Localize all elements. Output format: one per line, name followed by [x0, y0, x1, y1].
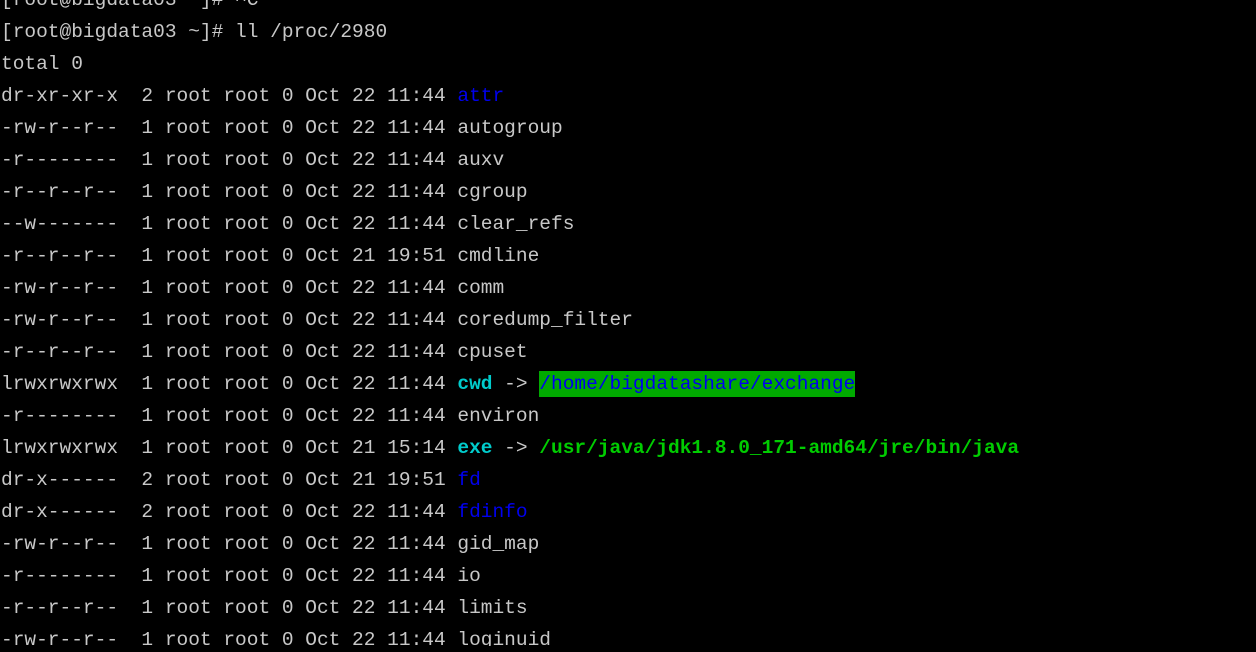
terminal-line: -r-------- 1 root root 0 Oct 22 11:44 en… — [1, 400, 1019, 432]
terminal-text-segment: -r--r--r-- 1 root root 0 Oct 22 11:44 cp… — [1, 341, 528, 363]
terminal-line: -rw-r--r-- 1 root root 0 Oct 22 11:44 co… — [1, 304, 1019, 336]
terminal-text-segment: [root@bigdata03 ~]# ^C — [1, 0, 259, 11]
terminal-text-segment: -r--r--r-- 1 root root 0 Oct 22 11:44 cg… — [1, 181, 528, 203]
terminal-text-segment: total 0 — [1, 53, 83, 75]
terminal-text-segment: dr-xr-xr-x 2 root root 0 Oct 22 11:44 — [1, 85, 458, 107]
terminal-line: dr-x------ 2 root root 0 Oct 21 19:51 fd — [1, 464, 1019, 496]
terminal-line: -r--r--r-- 1 root root 0 Oct 22 11:44 li… — [1, 592, 1019, 624]
terminal-line: -rw-r--r-- 1 root root 0 Oct 22 11:44 gi… — [1, 528, 1019, 560]
terminal-text-segment: --w------- 1 root root 0 Oct 22 11:44 cl… — [1, 213, 575, 235]
terminal-text-segment: lrwxrwxrwx 1 root root 0 Oct 21 15:14 — [1, 437, 458, 459]
terminal-text-segment: -r-------- 1 root root 0 Oct 22 11:44 io — [1, 565, 481, 587]
terminal-text-segment: -> — [492, 373, 540, 395]
terminal-text-segment: -r-------- 1 root root 0 Oct 22 11:44 au… — [1, 149, 505, 171]
terminal-text-segment: /usr/java/jdk1.8.0_171-amd64/jre/bin/jav… — [539, 437, 1020, 459]
terminal-line: -rw-r--r-- 1 root root 0 Oct 22 11:44 lo… — [1, 624, 1019, 646]
terminal-text-segment: cwd — [457, 373, 493, 395]
terminal-window[interactable]: [root@bigdata03 ~]# ^C [root@bigdata03 ~]… — [0, 0, 1256, 646]
terminal-line: --w------- 1 root root 0 Oct 22 11:44 cl… — [1, 208, 1019, 240]
terminal-line: -r--r--r-- 1 root root 0 Oct 21 19:51 cm… — [1, 240, 1019, 272]
terminal-line: -rw-r--r-- 1 root root 0 Oct 22 11:44 au… — [1, 112, 1019, 144]
terminal-text-segment: -rw-r--r-- 1 root root 0 Oct 22 11:44 co… — [1, 277, 505, 299]
terminal-line: -r--r--r-- 1 root root 0 Oct 22 11:44 cp… — [1, 336, 1019, 368]
terminal-text-segment: /home/bigdatashare/exchange — [539, 371, 856, 397]
terminal-text-segment: fdinfo — [457, 501, 528, 523]
terminal-text-segment: -r--r--r-- 1 root root 0 Oct 22 11:44 li… — [1, 597, 528, 619]
terminal-text-segment: -rw-r--r-- 1 root root 0 Oct 22 11:44 lo… — [1, 629, 551, 646]
terminal-line: [root@bigdata03 ~]# ^C — [1, 0, 1019, 16]
terminal-text-segment: exe — [457, 437, 493, 459]
terminal-line: lrwxrwxrwx 1 root root 0 Oct 21 15:14 ex… — [1, 432, 1019, 464]
terminal-text-segment: -rw-r--r-- 1 root root 0 Oct 22 11:44 au… — [1, 117, 563, 139]
terminal-line: lrwxrwxrwx 1 root root 0 Oct 22 11:44 cw… — [1, 368, 1019, 400]
terminal-text-segment: attr — [457, 85, 505, 107]
terminal-line: dr-x------ 2 root root 0 Oct 22 11:44 fd… — [1, 496, 1019, 528]
terminal-text-segment: -> — [492, 437, 540, 459]
terminal-output: [root@bigdata03 ~]# ^C [root@bigdata03 ~]… — [1, 0, 1019, 646]
terminal-text-segment: -rw-r--r-- 1 root root 0 Oct 22 11:44 gi… — [1, 533, 540, 555]
terminal-text-segment: dr-x------ 2 root root 0 Oct 22 11:44 — [1, 501, 458, 523]
terminal-line: [root@bigdata03 ~]# ll /proc/2980 — [1, 16, 1019, 48]
terminal-text-segment: fd — [457, 469, 481, 491]
terminal-line: -r-------- 1 root root 0 Oct 22 11:44 io — [1, 560, 1019, 592]
terminal-text-segment: -r--r--r-- 1 root root 0 Oct 21 19:51 cm… — [1, 245, 540, 267]
terminal-text-segment: -r-------- 1 root root 0 Oct 22 11:44 en… — [1, 405, 540, 427]
terminal-line: -r-------- 1 root root 0 Oct 22 11:44 au… — [1, 144, 1019, 176]
terminal-text-segment: lrwxrwxrwx 1 root root 0 Oct 22 11:44 — [1, 373, 458, 395]
terminal-text-segment: -rw-r--r-- 1 root root 0 Oct 22 11:44 co… — [1, 309, 633, 331]
terminal-line: -rw-r--r-- 1 root root 0 Oct 22 11:44 co… — [1, 272, 1019, 304]
terminal-line: -r--r--r-- 1 root root 0 Oct 22 11:44 cg… — [1, 176, 1019, 208]
terminal-line: dr-xr-xr-x 2 root root 0 Oct 22 11:44 at… — [1, 80, 1019, 112]
terminal-text-segment: dr-x------ 2 root root 0 Oct 21 19:51 — [1, 469, 458, 491]
terminal-text-segment: [root@bigdata03 ~]# ll /proc/2980 — [1, 21, 388, 43]
terminal-line: total 0 — [1, 48, 1019, 80]
